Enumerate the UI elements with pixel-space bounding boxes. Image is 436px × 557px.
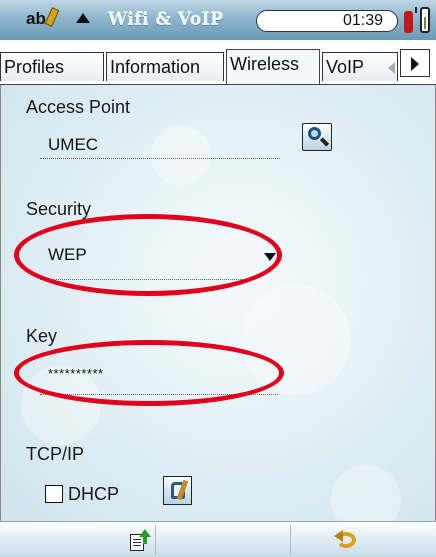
- access-point-underline: [40, 158, 280, 159]
- wifi-voip-screen: ab Wifi & VoIP 01:39 Profiles Informatio…: [0, 0, 436, 557]
- back-icon[interactable]: [334, 528, 358, 550]
- toolbar-separator: [155, 525, 156, 555]
- search-access-point-button[interactable]: [302, 123, 332, 151]
- signal-tick: [415, 7, 417, 13]
- search-icon: [308, 127, 321, 140]
- tab-profiles[interactable]: Profiles: [0, 52, 104, 81]
- tab-information[interactable]: Information: [106, 52, 224, 81]
- background-bubble: [331, 465, 401, 521]
- bottom-toolbar: [0, 521, 436, 557]
- input-mode-label: ab: [26, 9, 46, 28]
- status-bar: ab Wifi & VoIP 01:39: [0, 0, 436, 40]
- tab-scroll-right-button[interactable]: [400, 49, 430, 77]
- dhcp-label[interactable]: DHCP: [68, 484, 119, 505]
- access-point-label: Access Point: [26, 97, 131, 117]
- highlight-ellipse-security: [14, 214, 282, 296]
- clock-time: 01:39: [342, 12, 383, 29]
- tab-wireless[interactable]: Wireless: [226, 49, 320, 84]
- tab-bar: Profiles Information Wireless VoIP: [0, 44, 436, 84]
- input-mode-indicator[interactable]: ab: [26, 7, 60, 29]
- security-label: Security: [26, 199, 92, 219]
- battery-icon: [420, 7, 430, 33]
- signal-battery-indicator: [404, 7, 434, 33]
- tcpip-label: TCP/IP: [26, 444, 85, 464]
- clock: 01:39: [256, 10, 398, 32]
- chevron-right-icon: [411, 57, 419, 71]
- dhcp-checkbox[interactable]: [45, 485, 63, 503]
- search-icon-handle: [319, 137, 330, 147]
- tab-voip[interactable]: VoIP: [322, 52, 398, 81]
- tab-scroll-left-icon[interactable]: [388, 62, 395, 74]
- tab-voip-label: VoIP: [326, 57, 365, 77]
- highlight-ellipse-key: [14, 340, 284, 406]
- tcpip-settings-button[interactable]: [163, 476, 192, 505]
- signal-icon: [404, 11, 413, 33]
- background-bubble: [151, 125, 211, 185]
- export-icon[interactable]: [130, 529, 152, 551]
- toolbar-separator: [290, 525, 291, 555]
- app-title: Wifi & VoIP: [108, 10, 224, 30]
- key-label: Key: [26, 326, 58, 346]
- access-point-value[interactable]: UMEC: [48, 135, 98, 155]
- pen-icon: [44, 7, 60, 27]
- up-arrow-icon[interactable]: [76, 13, 90, 23]
